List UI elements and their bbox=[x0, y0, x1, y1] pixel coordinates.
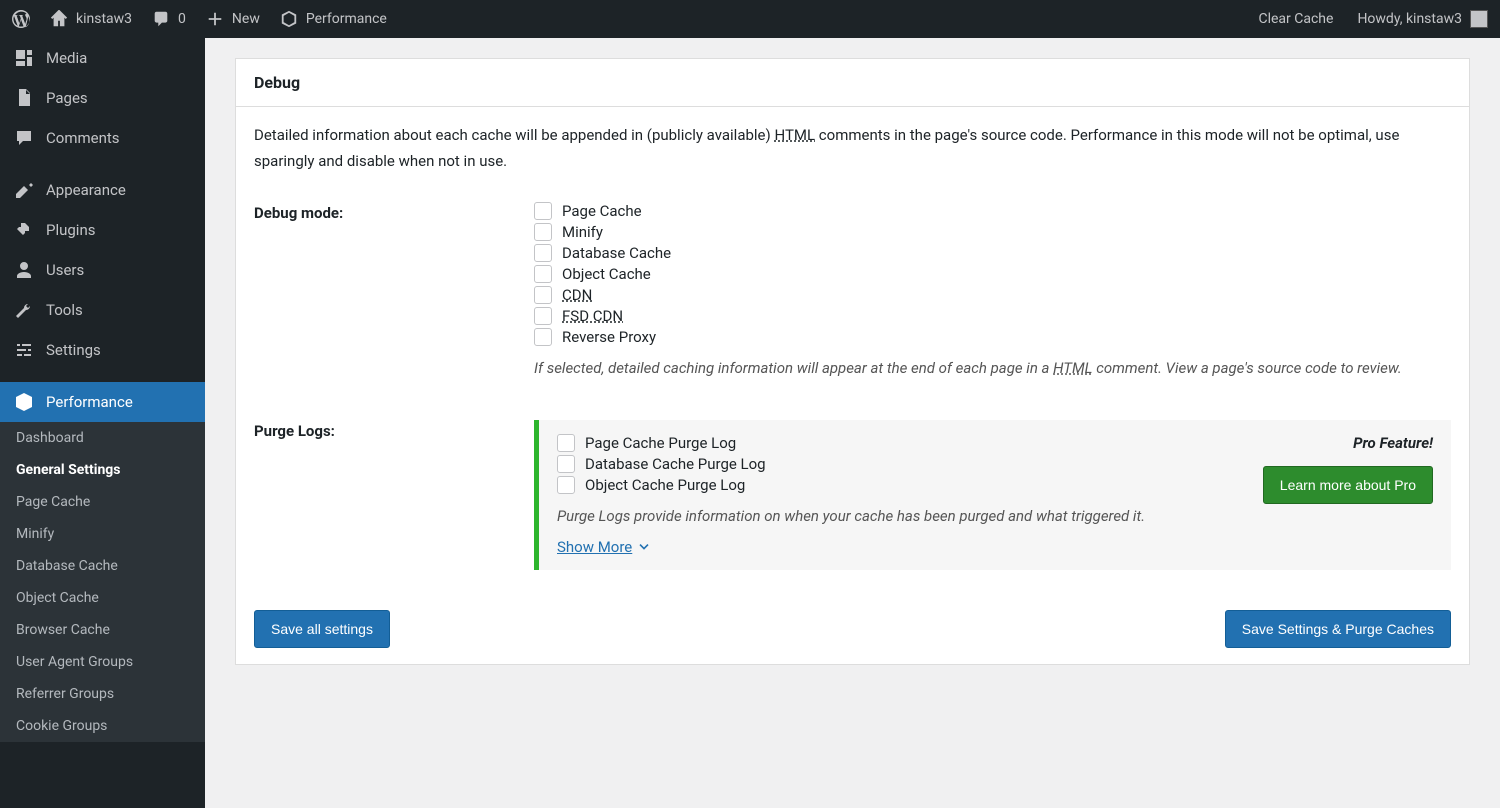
box-icon bbox=[280, 10, 298, 28]
performance-menu[interactable]: Performance bbox=[280, 10, 387, 28]
sidebar-item-label: Media bbox=[46, 49, 87, 67]
appearance-icon bbox=[14, 180, 34, 200]
button-row: Save all settings Save Settings & Purge … bbox=[254, 610, 1451, 648]
chk-label: Page Cache bbox=[562, 202, 642, 220]
sidebar-item-appearance[interactable]: Appearance bbox=[0, 170, 205, 210]
chk-object-cache[interactable] bbox=[534, 265, 552, 283]
sidebar-item-media[interactable]: Media bbox=[0, 38, 205, 78]
chk-label: Database Cache bbox=[562, 244, 671, 262]
sidebar-sub-user-agent-groups[interactable]: User Agent Groups bbox=[0, 646, 205, 678]
chk-label: Object Cache Purge Log bbox=[585, 476, 745, 494]
sidebar-sub-minify[interactable]: Minify bbox=[0, 518, 205, 550]
sidebar-item-label: Plugins bbox=[46, 221, 95, 239]
plugins-icon bbox=[14, 220, 34, 240]
chk-minify[interactable] bbox=[534, 223, 552, 241]
performance-icon bbox=[14, 392, 34, 412]
chk-database-cache-purge-log[interactable] bbox=[557, 455, 575, 473]
sidebar-item-tools[interactable]: Tools bbox=[0, 290, 205, 330]
site-name[interactable]: kinstaw3 bbox=[50, 10, 132, 28]
sidebar-item-pages[interactable]: Pages bbox=[0, 78, 205, 118]
howdy-user[interactable]: Howdy, kinstaw3 bbox=[1357, 10, 1488, 28]
admin-bar: kinstaw3 0 New Performance Clear Cache H… bbox=[0, 0, 1500, 38]
chk-label: Page Cache Purge Log bbox=[585, 434, 736, 452]
comments-icon bbox=[14, 128, 34, 148]
debug-panel-header: Debug bbox=[236, 59, 1469, 107]
settings-icon bbox=[14, 340, 34, 360]
main-content: Debug Detailed information about each ca… bbox=[205, 38, 1500, 705]
sidebar-item-comments[interactable]: Comments bbox=[0, 118, 205, 158]
sidebar-sub-page-cache[interactable]: Page Cache bbox=[0, 486, 205, 518]
chk-label: CDN bbox=[562, 286, 592, 304]
chk-object-cache-purge-log[interactable] bbox=[557, 476, 575, 494]
pro-feature-badge: Pro Feature! bbox=[1263, 434, 1433, 452]
sidebar-sub-cookie-groups[interactable]: Cookie Groups bbox=[0, 710, 205, 742]
sidebar-item-plugins[interactable]: Plugins bbox=[0, 210, 205, 250]
chk-label: FSD CDN bbox=[562, 307, 623, 325]
sidebar-item-label: Tools bbox=[46, 301, 83, 319]
debug-mode-label: Debug mode: bbox=[254, 202, 534, 222]
sidebar-item-label: Performance bbox=[46, 393, 133, 411]
new-content-label: New bbox=[232, 11, 260, 27]
new-content[interactable]: New bbox=[206, 10, 260, 28]
clear-cache-link[interactable]: Clear Cache bbox=[1258, 11, 1333, 27]
avatar bbox=[1470, 10, 1488, 28]
sidebar-sub-dashboard[interactable]: Dashboard bbox=[0, 422, 205, 454]
chk-page-cache[interactable] bbox=[534, 202, 552, 220]
chk-fsd-cdn[interactable] bbox=[534, 307, 552, 325]
purge-logs-desc: Purge Logs provide information on when y… bbox=[557, 504, 1243, 528]
purge-logs-label: Purge Logs: bbox=[254, 420, 534, 440]
panel-title: Debug bbox=[254, 73, 1451, 92]
show-more-link[interactable]: Show More bbox=[557, 538, 652, 556]
plus-icon bbox=[206, 10, 224, 28]
comments-count[interactable]: 0 bbox=[152, 10, 186, 28]
sidebar-sub-general-settings[interactable]: General Settings bbox=[0, 454, 205, 486]
sidebar-sub-browser-cache[interactable]: Browser Cache bbox=[0, 614, 205, 646]
debug-mode-row: Debug mode: Page Cache Minify Database C… bbox=[254, 202, 1451, 380]
site-name-label: kinstaw3 bbox=[76, 11, 132, 27]
comment-icon bbox=[152, 10, 170, 28]
sidebar-item-label: Pages bbox=[46, 89, 88, 107]
admin-sidebar: Media Pages Comments Appearance Plugins … bbox=[0, 38, 205, 808]
tools-icon bbox=[14, 300, 34, 320]
sidebar-sub-database-cache[interactable]: Database Cache bbox=[0, 550, 205, 582]
cdn-abbr: CDN bbox=[562, 286, 592, 304]
pages-icon bbox=[14, 88, 34, 108]
html-abbr: HTML bbox=[1053, 359, 1092, 377]
chk-label: Database Cache Purge Log bbox=[585, 455, 766, 473]
html-abbr: HTML bbox=[774, 126, 815, 144]
chk-label: Reverse Proxy bbox=[562, 328, 656, 346]
chk-database-cache[interactable] bbox=[534, 244, 552, 262]
chk-reverse-proxy[interactable] bbox=[534, 328, 552, 346]
save-all-settings-button[interactable]: Save all settings bbox=[254, 610, 390, 648]
learn-more-pro-button[interactable]: Learn more about Pro bbox=[1263, 466, 1433, 504]
sidebar-item-users[interactable]: Users bbox=[0, 250, 205, 290]
media-icon bbox=[14, 48, 34, 68]
sidebar-sub-object-cache[interactable]: Object Cache bbox=[0, 582, 205, 614]
chk-cdn[interactable] bbox=[534, 286, 552, 304]
purge-logs-row: Purge Logs: Page Cache Purge Log Databas… bbox=[254, 420, 1451, 570]
sidebar-item-settings[interactable]: Settings bbox=[0, 330, 205, 370]
pro-feature-box: Page Cache Purge Log Database Cache Purg… bbox=[534, 420, 1451, 570]
chk-label: Minify bbox=[562, 223, 603, 241]
sidebar-sub-referrer-groups[interactable]: Referrer Groups bbox=[0, 678, 205, 710]
debug-panel: Debug Detailed information about each ca… bbox=[235, 58, 1470, 665]
fsd-cdn-abbr: FSD CDN bbox=[562, 307, 623, 325]
performance-menu-label: Performance bbox=[306, 11, 387, 27]
wordpress-icon bbox=[12, 10, 30, 28]
sidebar-item-performance[interactable]: Performance bbox=[0, 382, 205, 422]
sidebar-item-label: Appearance bbox=[46, 181, 126, 199]
comments-count-label: 0 bbox=[178, 11, 186, 27]
panel-description: Detailed information about each cache wi… bbox=[254, 123, 1451, 174]
save-settings-purge-caches-button[interactable]: Save Settings & Purge Caches bbox=[1225, 610, 1451, 648]
chk-page-cache-purge-log[interactable] bbox=[557, 434, 575, 452]
chevron-down-icon bbox=[636, 539, 652, 555]
wp-logo[interactable] bbox=[12, 10, 30, 28]
sidebar-item-label: Comments bbox=[46, 129, 120, 147]
debug-mode-desc: If selected, detailed caching informatio… bbox=[534, 356, 1451, 380]
users-icon bbox=[14, 260, 34, 280]
sidebar-item-label: Settings bbox=[46, 341, 101, 359]
chk-label: Object Cache bbox=[562, 265, 651, 283]
sidebar-item-label: Users bbox=[46, 261, 84, 279]
home-icon bbox=[50, 10, 68, 28]
